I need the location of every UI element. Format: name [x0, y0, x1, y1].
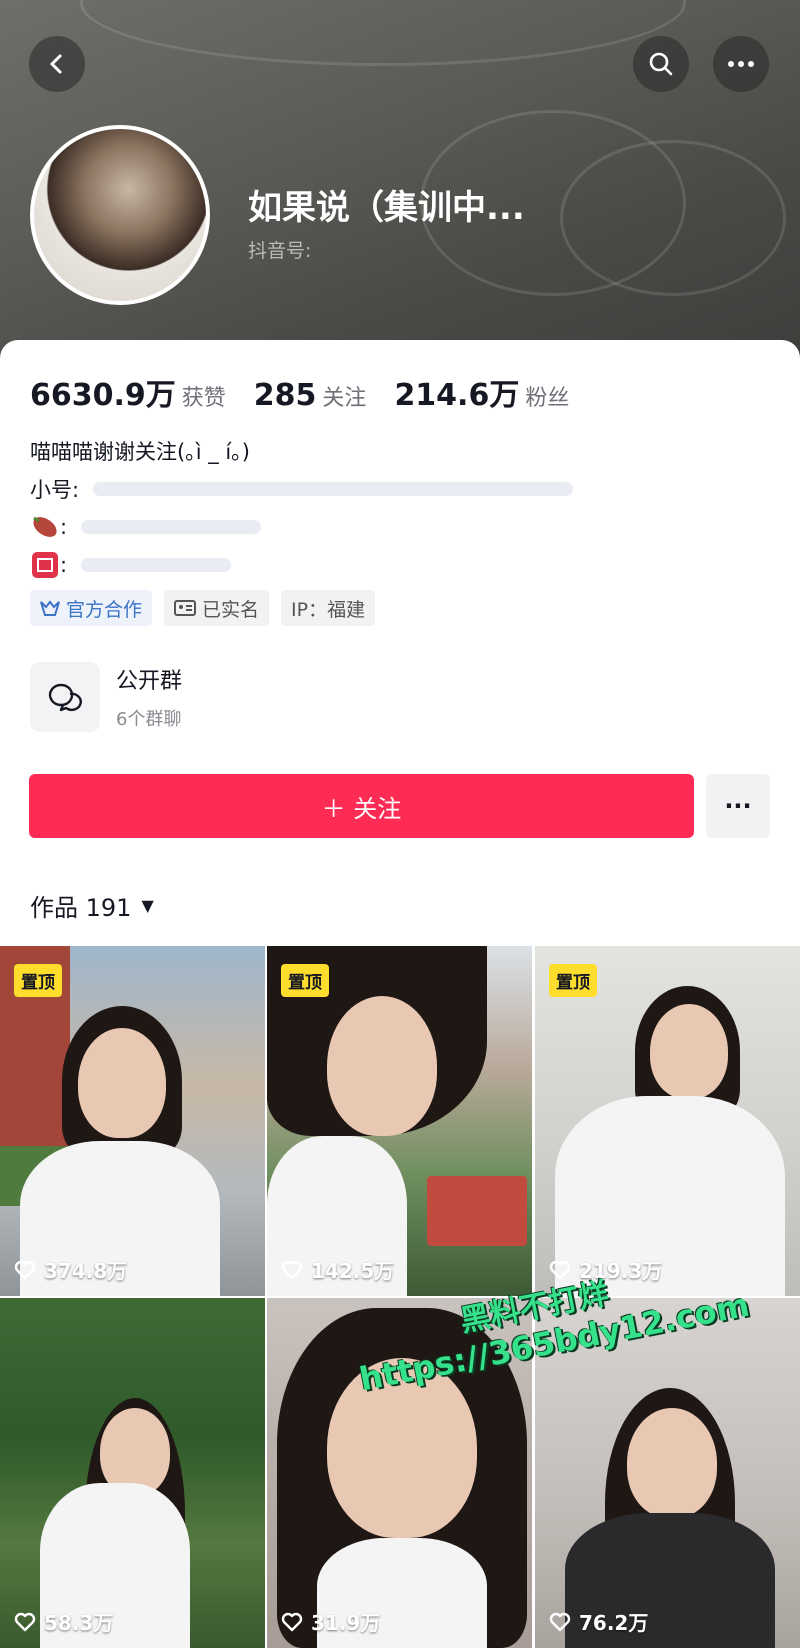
- profile-header: 如果说（集训中... 抖音号:: [0, 0, 800, 360]
- likes-count: 58.3万: [44, 1611, 114, 1635]
- pinned-badge: 置顶: [549, 964, 597, 997]
- followers-count[interactable]: 214.6万: [394, 370, 519, 414]
- profile-card: 6630.9万 获赞 285 关注 214.6万 粉丝 喵喵喵谢谢关注(｡ì _…: [0, 340, 800, 1651]
- nickname: 如果说（集训中...: [248, 188, 525, 228]
- tag-label: IP：福建: [291, 598, 366, 621]
- likes-count: 142.5万: [311, 1259, 395, 1283]
- video-likes: 374.8万: [14, 1255, 127, 1284]
- bio-line: 喵喵喵谢谢关注(｡ì _ í｡): [30, 432, 573, 470]
- following-label: 关注: [322, 386, 367, 411]
- stats-row: 6630.9万 获赞 285 关注 214.6万 粉丝: [30, 370, 597, 414]
- group-subtitle: 6个群聊: [116, 709, 182, 730]
- bio-line: :: [30, 546, 573, 584]
- sweet-potato-icon: [33, 516, 57, 537]
- thumbnail-subject: [327, 996, 437, 1136]
- following-count[interactable]: 285: [254, 378, 317, 413]
- group-title: 公开群: [116, 669, 183, 694]
- heart-icon: [281, 1260, 303, 1279]
- tag-official-cooperation[interactable]: 官方合作: [30, 590, 153, 626]
- blurred-text: [81, 520, 262, 534]
- back-arrow-icon: [50, 54, 62, 74]
- id-card-icon: [174, 600, 197, 616]
- back-button[interactable]: [29, 36, 85, 92]
- bio: 喵喵喵谢谢关注(｡ì _ í｡) 小号: : :: [30, 432, 574, 584]
- works-label: 作品 191: [30, 894, 132, 922]
- heart-icon: [14, 1260, 36, 1279]
- video-thumbnail[interactable]: 置顶 219.3万: [535, 946, 800, 1296]
- red-square-icon: [32, 552, 58, 578]
- video-thumbnail[interactable]: 置顶 374.8万: [0, 946, 265, 1296]
- tag-label: 已实名: [202, 598, 260, 621]
- thumbnail-subject: [627, 1408, 717, 1518]
- works-tab[interactable]: 作品 191 ▼: [30, 888, 154, 923]
- avatar[interactable]: [30, 125, 210, 305]
- bio-text: :: [60, 553, 68, 577]
- more-options-button[interactable]: [713, 36, 769, 92]
- video-likes: 76.2万: [549, 1607, 648, 1636]
- search-icon: [649, 52, 673, 76]
- official-cooperation-icon: [40, 600, 60, 616]
- thumbnail-subject: [78, 1028, 166, 1138]
- tag-ip-location: IP：福建: [281, 590, 376, 626]
- likes-count: 76.2万: [579, 1611, 649, 1635]
- heart-icon: [281, 1612, 303, 1631]
- dropdown-arrow-icon: ▼: [141, 896, 154, 915]
- thumbnail-subject: [650, 1004, 728, 1099]
- heart-icon: [14, 1612, 36, 1631]
- group-chat-icon-wrapper: [30, 662, 100, 732]
- more-icon: [728, 61, 754, 67]
- douyin-id[interactable]: 抖音号:: [248, 236, 311, 263]
- group-chat-icon: [48, 683, 82, 712]
- tag-label: 官方合作: [66, 598, 143, 621]
- likes-count: 374.8万: [44, 1259, 128, 1283]
- video-likes: 58.3万: [14, 1607, 113, 1636]
- background-decoration: [80, 0, 686, 66]
- tag-verified[interactable]: 已实名: [164, 590, 270, 626]
- blurred-text: [81, 558, 232, 572]
- bio-line: :: [30, 508, 573, 546]
- heart-icon: [549, 1612, 571, 1631]
- search-button[interactable]: [633, 36, 689, 92]
- video-likes: 142.5万: [281, 1255, 394, 1284]
- group-text: 公开群 6个群聊: [116, 663, 182, 731]
- thumbnail-background: [427, 1176, 527, 1246]
- likes-count: 31.9万: [311, 1611, 381, 1635]
- tags-row: 官方合作 已实名 IP：福建: [30, 590, 376, 626]
- pinned-badge: 置顶: [14, 964, 62, 997]
- bio-text: 喵喵喵谢谢关注(｡ì _ í｡): [30, 440, 250, 464]
- blurred-text: [93, 482, 574, 496]
- video-thumbnail[interactable]: 58.3万: [0, 1298, 265, 1648]
- bio-text: :: [60, 515, 68, 539]
- follow-button[interactable]: ＋ 关注: [29, 774, 694, 838]
- video-likes: 31.9万: [281, 1607, 380, 1636]
- pinned-badge: 置顶: [281, 964, 329, 997]
- background-decoration: [560, 140, 786, 296]
- bio-text: 小号:: [30, 478, 80, 502]
- more-actions-button[interactable]: ···: [706, 774, 770, 838]
- bio-line: 小号:: [30, 470, 574, 508]
- followers-label: 粉丝: [525, 386, 570, 411]
- likes-count[interactable]: 6630.9万: [30, 370, 176, 414]
- likes-label: 获赞: [181, 386, 226, 411]
- video-thumbnail[interactable]: 置顶 142.5万: [267, 946, 532, 1296]
- public-group-entry[interactable]: 公开群 6个群聊: [30, 662, 182, 732]
